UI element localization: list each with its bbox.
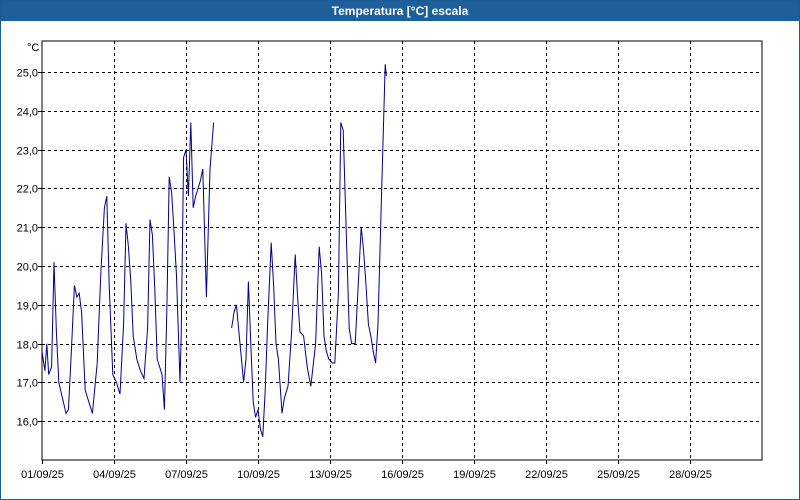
chart-title: Temperatura [°C] escala	[1, 1, 799, 21]
x-tick-label: 13/09/25	[309, 469, 352, 481]
temperature-chart: 16,0 17,0 18,0 19,0 20,0 21,0 22,0 23,0 24,0 25,0…	[17, 40, 763, 481]
x-tick-label: 19/09/25	[453, 469, 496, 481]
x-tick-label: 10/09/25	[237, 469, 280, 481]
x-tick-label: 07/09/25	[165, 469, 208, 481]
y-tick-label: 23,0	[17, 146, 38, 158]
x-tick-label: 25/09/25	[597, 469, 640, 481]
y-tick-label: 19,0	[17, 301, 38, 313]
y-axis-unit-label: °C	[27, 42, 39, 54]
x-tick-label: 04/09/25	[93, 469, 136, 481]
y-tick-label: 20,0	[17, 262, 38, 274]
x-tick-label: 28/09/25	[669, 469, 712, 481]
y-tick-label: 25,0	[17, 68, 38, 80]
x-tick-label: 16/09/25	[381, 469, 424, 481]
x-tick-label: 01/09/25	[21, 469, 64, 481]
y-tick-label: 22,0	[17, 184, 38, 196]
y-tick-label: 16,0	[17, 417, 38, 429]
x-tick-label: 22/09/25	[525, 469, 568, 481]
chart-window: Temperatura [°C] escala 16,0 17,0 18,0 19,0…	[0, 0, 800, 500]
y-tick-label: 24,0	[17, 107, 38, 119]
y-tick-label: 17,0	[17, 378, 38, 390]
y-tick-label: 18,0	[17, 340, 38, 352]
y-tick-label: 21,0	[17, 223, 38, 235]
